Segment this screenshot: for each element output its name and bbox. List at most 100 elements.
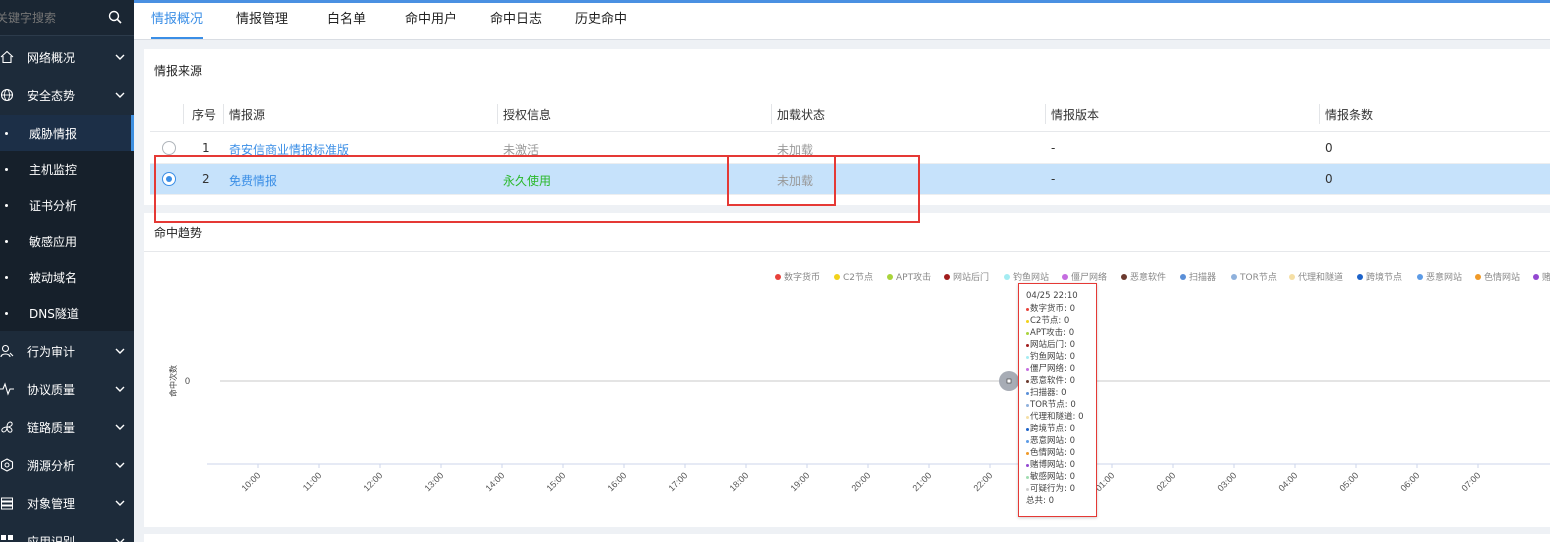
tooltip-value: 僵尸网络: 0: [1030, 364, 1075, 374]
tooltip-dot-icon: [1026, 439, 1029, 443]
legend-item[interactable]: 赌: [1533, 270, 1550, 283]
tooltip-row: 跨境节点: 0: [1026, 423, 1096, 435]
legend-label: 代理和隧道: [1298, 273, 1344, 283]
x-tick-label: 20:00: [849, 470, 872, 493]
tooltip-dot-icon: [1026, 487, 1029, 491]
tooltip-row: 扫描器: 0: [1026, 387, 1096, 399]
tooltip-row: 恶意网站: 0: [1026, 435, 1096, 447]
x-tick-label: 06:00: [1398, 470, 1421, 493]
legend-label: 跨境节点: [1366, 273, 1403, 283]
x-tick-label: 22:00: [971, 470, 994, 493]
tooltip-dot-icon: [1026, 415, 1029, 419]
tooltip-row: 网站后门: 0: [1026, 339, 1096, 351]
x-tick-label: 14:00: [483, 470, 506, 493]
legend-item[interactable]: 数字货币: [775, 270, 820, 283]
tooltip-value: 网站后门: 0: [1030, 340, 1075, 350]
tooltip-row: 僵尸网络: 0: [1026, 363, 1096, 375]
tooltip-value: 恶意网站: 0: [1030, 436, 1075, 446]
tooltip-row: 数字货币: 0: [1026, 303, 1096, 315]
legend-dot-icon: [775, 273, 781, 280]
legend-label: C2节点: [843, 273, 874, 283]
tooltip-value: 恶意软件: 0: [1030, 376, 1075, 386]
tooltip-rows: 数字货币: 0 C2节点: 0 APT攻击: 0 网站后门: 0 钓鱼网站: 0 僵尸网络…: [1026, 303, 1096, 495]
legend-label: 僵尸网络: [1071, 273, 1108, 283]
tooltip-dot-icon: [1026, 391, 1029, 395]
x-tick-label: 19:00: [788, 470, 811, 493]
tooltip-dot-icon: [1026, 379, 1029, 383]
legend-item[interactable]: 恶意网站: [1417, 270, 1462, 283]
tooltip-value: 数字货币: 0: [1030, 304, 1075, 314]
x-tick-label: 12:00: [361, 470, 384, 493]
legend-dot-icon: [1062, 273, 1068, 280]
tooltip-dot-icon: [1026, 331, 1029, 335]
tooltip-dot-icon: [1026, 427, 1029, 431]
tooltip-value: 可疑行为: 0: [1030, 484, 1075, 494]
legend-dot-icon: [944, 273, 950, 280]
tooltip-value: 色情网站: 0: [1030, 448, 1075, 458]
legend-dot-icon: [834, 273, 840, 280]
legend-dot-icon: [1289, 273, 1295, 280]
legend-label: 恶意网站: [1426, 273, 1463, 283]
x-tick-label: 17:00: [666, 470, 689, 493]
legend-label: APT攻击: [896, 273, 932, 283]
tooltip-row: 敏感网站: 0: [1026, 471, 1096, 483]
tooltip-value: 钓鱼网站: 0: [1030, 352, 1075, 362]
x-tick-label: 02:00: [1154, 470, 1177, 493]
tooltip-row: C2节点: 0: [1026, 315, 1096, 327]
legend-dot-icon: [1231, 273, 1237, 280]
legend-item[interactable]: 网站后门: [944, 270, 989, 283]
tooltip-value: 代理和隧道: 0: [1030, 412, 1084, 422]
y-axis-label: 命中次数: [168, 365, 178, 397]
tooltip-value: 敏感网站: 0: [1030, 472, 1075, 482]
legend-dot-icon: [1533, 273, 1539, 280]
legend-label: TOR节点: [1240, 273, 1277, 283]
legend-label: 色情网站: [1484, 273, 1521, 283]
tooltip-dot-icon: [1026, 403, 1029, 407]
x-tick-label: 11:00: [301, 470, 324, 493]
tooltip-dot-icon: [1026, 319, 1029, 323]
legend-dot-icon: [1357, 273, 1363, 280]
tooltip-value: C2节点: 0: [1030, 316, 1070, 326]
x-tick-label: 04:00: [1276, 470, 1299, 493]
x-tick-label: 21:00: [910, 470, 933, 493]
legend-item[interactable]: 扫描器: [1180, 270, 1216, 283]
tooltip-value: 扫描器: 0: [1030, 388, 1067, 398]
legend-item[interactable]: TOR节点: [1231, 270, 1277, 283]
tooltip-row: 代理和隧道: 0: [1026, 411, 1096, 423]
legend-label: 赌: [1542, 273, 1550, 283]
legend-label: 数字货币: [784, 273, 821, 283]
tooltip-value: APT攻击: 0: [1030, 328, 1075, 338]
legend-item[interactable]: 恶意软件: [1121, 270, 1166, 283]
legend-dot-icon: [1180, 273, 1186, 280]
tooltip-dot-icon: [1026, 367, 1029, 371]
tooltip-time: 04/25 22:10: [1026, 291, 1078, 301]
x-tick-label: 07:00: [1459, 470, 1482, 493]
x-tick-label: 18:00: [727, 470, 750, 493]
highlight-box-status: [727, 155, 836, 206]
legend-dot-icon: [887, 273, 893, 280]
legend-item[interactable]: 色情网站: [1475, 270, 1520, 283]
legend-label: 扫描器: [1189, 273, 1217, 283]
x-tick-label: 13:00: [422, 470, 445, 493]
chart-legend: 数字货币 C2节点 APT攻击 网站后门 钓鱼网站 僵尸网络 恶意软件 扫描器 TOR节点 代理和…: [0, 270, 1550, 284]
legend-item[interactable]: 跨境节点: [1357, 270, 1402, 283]
tooltip-dot-icon: [1026, 463, 1029, 467]
tooltip-row: 赌博网站: 0: [1026, 459, 1096, 471]
legend-label: 恶意软件: [1130, 273, 1167, 283]
legend-item[interactable]: C2节点: [834, 270, 873, 283]
x-tick-label: 03:00: [1215, 470, 1238, 493]
legend-item[interactable]: 代理和隧道: [1289, 270, 1343, 283]
tooltip-row: 可疑行为: 0: [1026, 483, 1096, 495]
legend-item[interactable]: 僵尸网络: [1062, 270, 1107, 283]
y-tick-label: 0: [185, 376, 190, 386]
x-axis-ticks: 10:00 11:00 12:00 13:00 14:00 15:00 16:00 17:00…: [239, 464, 1482, 498]
legend-item[interactable]: APT攻击: [887, 270, 931, 283]
legend-item[interactable]: 钓鱼网站: [1004, 270, 1049, 283]
legend-label: 网站后门: [953, 273, 990, 283]
chart-tooltip: 04/25 22:10 数字货币: 0 C2节点: 0 APT攻击: 0 网站后门: …: [1018, 283, 1097, 517]
x-tick-label: 15:00: [544, 470, 567, 493]
legend-label: 钓鱼网站: [1013, 273, 1050, 283]
tooltip-dot-icon: [1026, 451, 1029, 455]
tooltip-row: 恶意软件: 0: [1026, 375, 1096, 387]
tooltip-row: 色情网站: 0: [1026, 447, 1096, 459]
